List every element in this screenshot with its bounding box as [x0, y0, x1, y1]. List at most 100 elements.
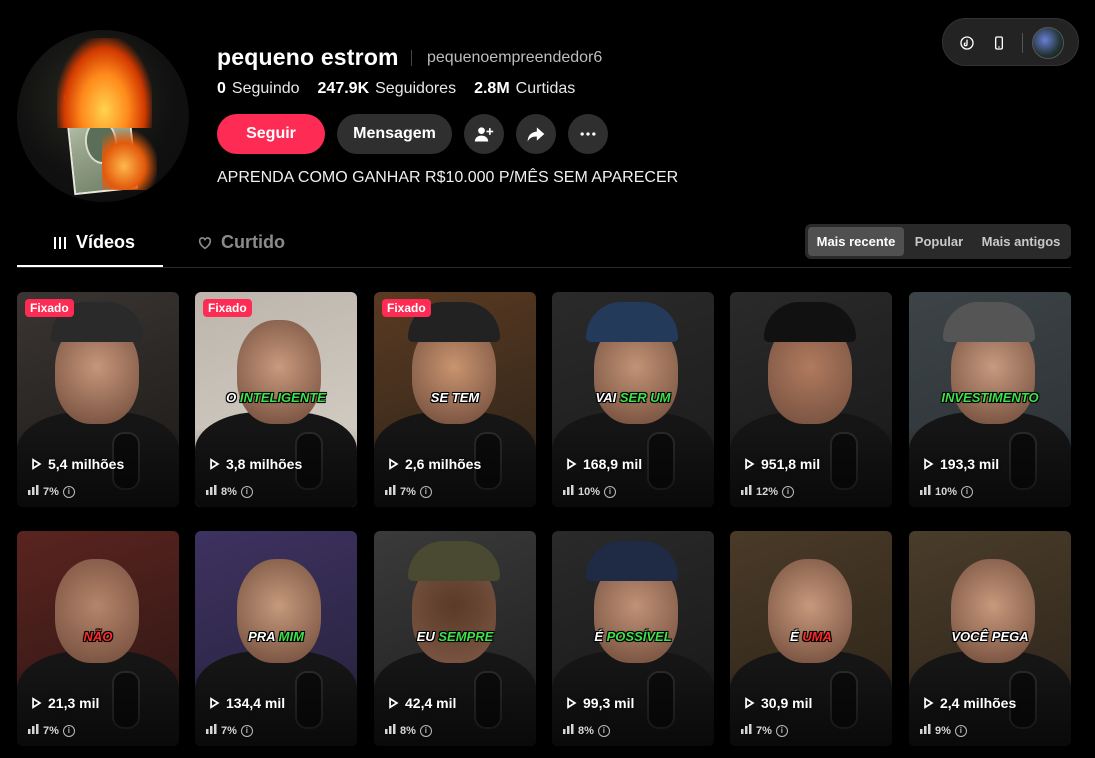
play-icon [567, 458, 577, 470]
stat-following[interactable]: 0 Seguindo [217, 80, 300, 98]
add-friend-button[interactable] [464, 114, 504, 154]
view-count: 168,9 mil [566, 456, 642, 472]
bar-chart-icon [28, 485, 39, 498]
retention-rate: 8% i [385, 724, 432, 737]
video-caption: VAI SER UM [595, 390, 671, 405]
message-button[interactable]: Mensagem [337, 114, 452, 154]
follow-button[interactable]: Seguir [217, 114, 325, 154]
view-count: 2,6 milhões [388, 456, 481, 472]
bar-chart-icon [28, 724, 39, 737]
video-card[interactable]: INVESTIMENTO 193,3 mil 10% i [909, 292, 1071, 507]
info-icon[interactable]: i [954, 724, 967, 737]
play-icon [745, 697, 755, 709]
info-icon[interactable]: i [240, 724, 253, 737]
video-caption: NÃO [83, 629, 113, 644]
retention-rate: 7% i [206, 724, 253, 737]
bar-chart-icon [563, 724, 574, 737]
retention-rate: 8% i [563, 724, 610, 737]
tab-videos[interactable]: Vídeos [52, 232, 135, 253]
video-card[interactable]: NÃO 21,3 mil 7% i [17, 531, 179, 746]
bar-chart-icon [741, 485, 752, 498]
name-divider [411, 50, 412, 66]
user-avatar[interactable] [1032, 27, 1064, 59]
video-card[interactable]: VOCÊ PEGA 2,4 milhões 9% i [909, 531, 1071, 746]
play-icon [389, 458, 399, 470]
video-card[interactable]: EU SEMPRE 42,4 mil 8% i [374, 531, 536, 746]
more-options-button[interactable] [568, 114, 608, 154]
share-button[interactable] [516, 114, 556, 154]
view-count: 21,3 mil [31, 695, 99, 711]
retention-rate: 10% i [563, 485, 617, 498]
view-count: 5,4 milhões [31, 456, 124, 472]
retention-rate: 7% i [741, 724, 788, 737]
info-icon[interactable]: i [419, 724, 432, 737]
play-icon [567, 697, 577, 709]
view-count: 193,3 mil [923, 456, 999, 472]
profile-stats: 0 Seguindo 247.9K Seguidores 2.8M Curtidas [217, 80, 575, 98]
phone-icon[interactable] [988, 32, 1010, 54]
info-icon[interactable]: i [62, 724, 75, 737]
play-icon [389, 697, 399, 709]
video-card[interactable]: Fixado 5,4 milhões 7% i [17, 292, 179, 507]
video-caption: INVESTIMENTO [941, 390, 1039, 405]
bar-chart-icon [385, 724, 396, 737]
add-user-icon [474, 127, 494, 142]
bar-chart-icon [920, 724, 931, 737]
play-icon [210, 458, 220, 470]
info-icon[interactable]: i [604, 485, 617, 498]
tiktok-coin-icon[interactable] [956, 32, 978, 54]
play-icon [924, 697, 934, 709]
video-caption: VOCÊ PEGA [951, 629, 1029, 644]
tabs-divider [17, 267, 1071, 268]
info-icon[interactable]: i [62, 485, 75, 498]
info-icon[interactable]: i [597, 724, 610, 737]
info-icon[interactable]: i [419, 485, 432, 498]
video-caption: SE TEM [430, 390, 480, 405]
play-icon [32, 458, 42, 470]
pinned-badge: Fixado [382, 299, 431, 317]
bar-chart-icon [206, 485, 217, 498]
play-icon [210, 697, 220, 709]
bar-chart-icon [920, 485, 931, 498]
stat-followers[interactable]: 247.9K Seguidores [318, 80, 457, 98]
bar-chart-icon [741, 724, 752, 737]
view-count: 134,4 mil [209, 695, 285, 711]
video-card[interactable]: VAI SER UM 168,9 mil 10% i [552, 292, 714, 507]
video-card[interactable]: PRA MIM 134,4 mil 7% i [195, 531, 357, 746]
profile-page: pequeno estrom pequenoempreendedor6 0 Seg… [0, 0, 1095, 758]
retention-rate: 10% i [920, 485, 974, 498]
video-caption: O INTELIGENTE [226, 390, 326, 405]
stat-likes: 2.8M Curtidas [474, 80, 576, 97]
pinned-badge: Fixado [25, 299, 74, 317]
video-card[interactable]: É UMA 30,9 mil 7% i [730, 531, 892, 746]
info-icon[interactable]: i [775, 724, 788, 737]
video-card[interactable]: É POSSÍVEL 99,3 mil 8% i [552, 531, 714, 746]
tab-liked[interactable]: Curtido [197, 232, 285, 253]
bar-chart-icon [206, 724, 217, 737]
info-icon[interactable]: i [240, 485, 253, 498]
view-count: 2,4 milhões [923, 695, 1016, 711]
sort-popular-button[interactable]: Popular [908, 227, 970, 256]
video-card[interactable]: Fixado SE TEM 2,6 milhões 7% i [374, 292, 536, 507]
retention-rate: 7% i [28, 724, 75, 737]
video-caption: É POSSÍVEL [594, 629, 672, 644]
play-icon [924, 458, 934, 470]
retention-rate: 8% i [206, 485, 253, 498]
info-icon[interactable]: i [782, 485, 795, 498]
profile-name: pequeno estrom [217, 44, 399, 70]
share-arrow-icon [527, 127, 545, 142]
sort-toggle: Mais recente Popular Mais antigos [805, 224, 1071, 259]
info-icon[interactable]: i [961, 485, 974, 498]
video-caption: É UMA [790, 629, 832, 644]
profile-bio: APRENDA COMO GANHAR R$10.000 P/MÊS SEM A… [217, 169, 679, 186]
fire-image [57, 38, 152, 128]
view-count: 42,4 mil [388, 695, 456, 711]
profile-avatar[interactable] [17, 30, 189, 202]
more-dots-icon [580, 132, 596, 136]
video-card[interactable]: Fixado O INTELIGENTE 3,8 milhões 8% i [195, 292, 357, 507]
video-card[interactable]: 951,8 mil 12% i [730, 292, 892, 507]
sort-oldest-button[interactable]: Mais antigos [975, 227, 1067, 256]
view-count: 30,9 mil [744, 695, 812, 711]
sort-recent-button[interactable]: Mais recente [808, 227, 904, 256]
retention-rate: 7% i [28, 485, 75, 498]
